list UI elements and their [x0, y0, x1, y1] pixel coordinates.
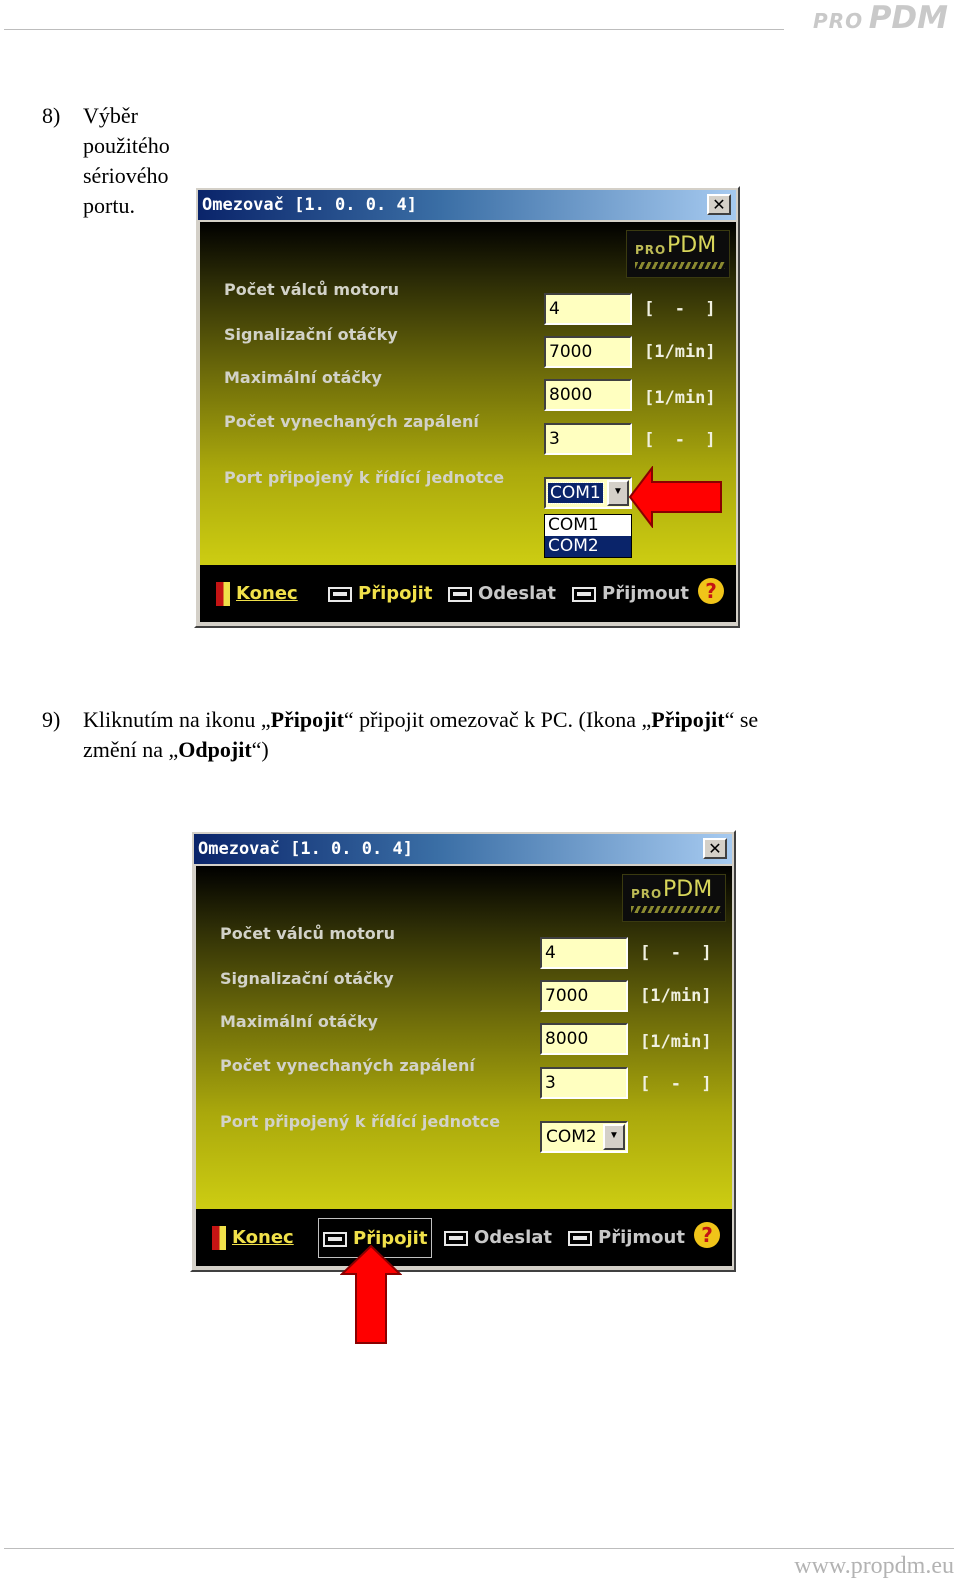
header-logo-pro: PRO [813, 9, 864, 33]
konec-button[interactable]: Konec [212, 1218, 294, 1258]
form-panel: PRO PDM Počet válců motoru 4 [ - ] Signa… [196, 866, 732, 1209]
prijmout-label: Přijmout [598, 1227, 685, 1248]
label-max-rpm: Maximální otáčky [220, 1012, 378, 1031]
port-select[interactable]: COM2 ▼ [540, 1121, 628, 1153]
red-arrow-up-icon [340, 1244, 402, 1344]
unit-cylinders: [ - ] [640, 943, 712, 963]
cylinders-input[interactable]: 4 [540, 937, 628, 969]
unit-max-rpm: [1/min] [640, 1032, 712, 1052]
omezovac-window-1: Omezovač [1. 0. 0. 4] ✕ PRO PDM Počet vá… [194, 186, 740, 628]
logo-stripes [635, 262, 725, 269]
close-button[interactable]: ✕ [703, 838, 727, 859]
step-text-part: “) [251, 737, 269, 762]
pripojit-label: Připojit [358, 583, 433, 604]
step-text-bold: Připojit [651, 707, 725, 732]
step-text-part: Kliknutím na ikonu „ [83, 707, 271, 732]
dropdown-arrow-icon[interactable]: ▼ [607, 480, 629, 506]
port-selected-value: COM1 [547, 482, 604, 504]
konec-button[interactable]: Konec [216, 574, 298, 614]
max-rpm-input[interactable]: 8000 [544, 379, 632, 411]
port-option-com1[interactable]: COM1 [545, 515, 631, 536]
unit-signal-rpm: [1/min] [640, 986, 712, 1006]
max-rpm-input[interactable]: 8000 [540, 1023, 628, 1055]
prijmout-button[interactable]: Přijmout [572, 574, 689, 614]
step-text-part: změní na „ [83, 737, 179, 762]
omezovac-window-2: Omezovač [1. 0. 0. 4] ✕ PRO PDM Počet vá… [190, 830, 736, 1272]
window-title: Omezovač [1. 0. 0. 4] [202, 195, 417, 215]
propdm-logo: PRO PDM [626, 230, 730, 278]
footer-url[interactable]: www.propdm.eu [794, 1553, 954, 1580]
toolbar: Konec Připojit Odeslat Přijmout ? [200, 565, 736, 622]
label-skipped-ignitions: Počet vynechaných zapálení [220, 1056, 475, 1075]
signal-rpm-input[interactable]: 7000 [540, 980, 628, 1012]
odeslat-button[interactable]: Odeslat [448, 574, 556, 614]
unit-signal-rpm: [1/min] [644, 342, 716, 362]
label-max-rpm: Maximální otáčky [224, 368, 382, 387]
send-icon [448, 586, 472, 602]
skipped-ignitions-input[interactable]: 3 [540, 1067, 628, 1099]
header-logo-pdm: PDM [868, 0, 948, 36]
logo-stripes [631, 906, 721, 913]
step-text-part: “ se [724, 707, 759, 732]
unit-skipped-ignitions: [ - ] [644, 430, 716, 450]
label-port: Port připojený k řídící jednotce [220, 1112, 501, 1131]
close-button[interactable]: ✕ [707, 194, 731, 215]
odeslat-button[interactable]: Odeslat [444, 1218, 552, 1258]
red-arrow-left-icon [628, 466, 722, 528]
port-dropdown-list: COM1 COM2 [544, 514, 632, 558]
receive-icon [568, 1230, 592, 1246]
exit-door-icon [212, 1226, 226, 1250]
port-selected-value: COM2 [546, 1127, 597, 1147]
step-number: 9) [42, 707, 61, 732]
step-text: Kliknutím na ikonu „Připojit“ připojit o… [83, 705, 923, 765]
step-text-bold: Odpojit [178, 737, 252, 762]
send-icon [444, 1230, 468, 1246]
label-cylinders: Počet válců motoru [220, 924, 396, 943]
prijmout-label: Přijmout [602, 583, 689, 604]
cylinders-input[interactable]: 4 [544, 293, 632, 325]
step-text-bold: Připojit [270, 707, 344, 732]
receive-icon [572, 586, 596, 602]
window-title: Omezovač [1. 0. 0. 4] [198, 839, 413, 859]
label-port: Port připojený k řídící jednotce [224, 468, 505, 487]
label-skipped-ignitions: Počet vynechaných zapálení [224, 412, 479, 431]
step-text: Výběr použitého sériového portu. [83, 103, 170, 218]
header-logo: PRO PDM [813, 0, 948, 36]
title-bar[interactable]: Omezovač [1. 0. 0. 4] ✕ [198, 190, 736, 220]
port-option-com2[interactable]: COM2 [545, 536, 631, 557]
header-rule [4, 29, 784, 30]
connect-icon [328, 586, 352, 602]
toolbar: Konec Připojit Odeslat Přijmout ? [196, 1209, 732, 1266]
odeslat-label: Odeslat [478, 583, 557, 604]
logo-pdm-text: PDM [667, 233, 717, 258]
unit-cylinders: [ - ] [644, 299, 716, 319]
prijmout-button[interactable]: Přijmout [568, 1218, 685, 1258]
signal-rpm-input[interactable]: 7000 [544, 336, 632, 368]
skipped-ignitions-input[interactable]: 3 [544, 423, 632, 455]
logo-pro-text: PRO [631, 887, 663, 901]
exit-door-icon [216, 582, 230, 606]
logo-pro-text: PRO [635, 243, 667, 257]
step-number: 8) [42, 103, 61, 128]
port-select[interactable]: COM1 ▼ [544, 477, 632, 509]
unit-skipped-ignitions: [ - ] [640, 1074, 712, 1094]
label-signal-rpm: Signalizační otáčky [224, 325, 398, 344]
label-cylinders: Počet válců motoru [224, 280, 400, 299]
unit-max-rpm: [1/min] [644, 388, 716, 408]
title-bar[interactable]: Omezovač [1. 0. 0. 4] ✕ [194, 834, 732, 864]
propdm-logo: PRO PDM [622, 874, 726, 922]
odeslat-label: Odeslat [474, 1227, 553, 1248]
pripojit-button[interactable]: Připojit [328, 574, 432, 614]
konec-label: Konec [232, 1227, 294, 1248]
dropdown-arrow-icon[interactable]: ▼ [603, 1124, 625, 1150]
konec-label: Konec [236, 583, 298, 604]
step-text-part: “ připojit omezovač k PC. (Ikona „ [343, 707, 652, 732]
label-signal-rpm: Signalizační otáčky [220, 969, 394, 988]
help-icon[interactable]: ? [694, 1222, 720, 1248]
logo-pdm-text: PDM [663, 877, 713, 902]
help-icon[interactable]: ? [698, 578, 724, 604]
footer-rule [4, 1548, 954, 1549]
